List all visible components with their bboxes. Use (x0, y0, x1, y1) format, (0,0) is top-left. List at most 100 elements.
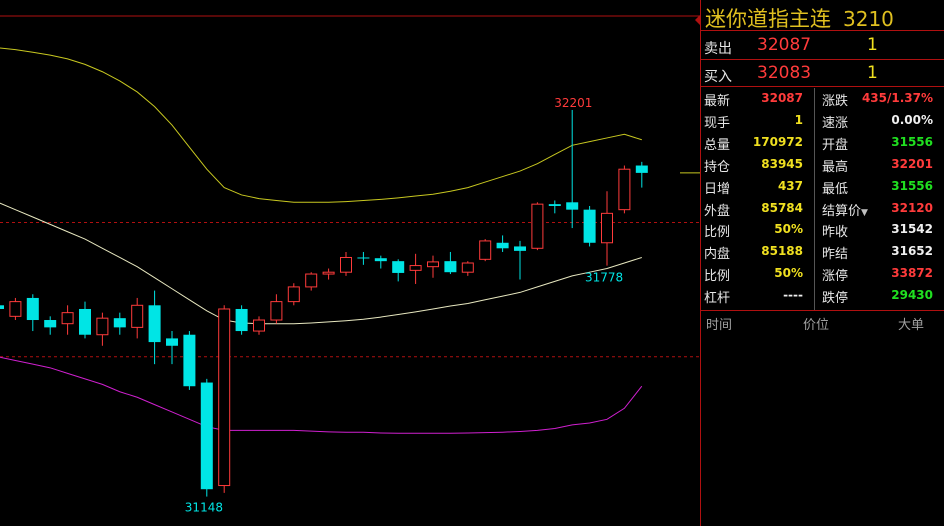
stat-label-text: 最高 (822, 159, 849, 175)
stats-row: 比例 50% 昨收 31542 (701, 219, 944, 241)
stats-row: 现手 1 速涨 0.00% (701, 110, 944, 132)
stat-value: 170972 (752, 134, 803, 149)
candle-body-down[interactable] (113, 318, 126, 328)
candle-body-down[interactable] (514, 246, 526, 251)
stat-label-text: 开盘 (822, 137, 849, 153)
candle-body-down[interactable] (183, 334, 196, 387)
stat-value: 83945 (761, 156, 803, 171)
stat-label-text: 昨收 (822, 225, 849, 241)
stat-value: 31556 (891, 178, 933, 193)
stats-row: 内盘 85188 昨结 31652 (701, 241, 944, 263)
candle-body-down[interactable] (166, 338, 178, 346)
candle-body-up[interactable] (305, 273, 318, 288)
quote-panel: 迷你道指主连 3210 卖出 32087 1 买入 32083 1 最新 32087… (695, 0, 944, 526)
candle-body-up[interactable] (287, 286, 300, 303)
instrument-code: 3210 (843, 7, 894, 31)
stat-label: 外盘 (704, 203, 731, 219)
candle-body-up[interactable] (618, 168, 631, 211)
stat-value: 85188 (761, 244, 803, 259)
stat-value: 29430 (891, 288, 933, 303)
stat-value: 50% (774, 222, 803, 237)
dropdown-arrow-icon[interactable]: ▼ (861, 208, 868, 218)
stat-label: 昨结 (822, 243, 848, 262)
candle-body-up[interactable] (427, 261, 439, 268)
stats-row: 外盘 85784 结算价▼ 32120 (701, 198, 944, 220)
candle-body-up[interactable] (479, 240, 492, 260)
stat-label[interactable]: 结算价▼ (822, 200, 868, 219)
divider (701, 310, 944, 311)
bid-price[interactable]: 32083 (757, 63, 811, 83)
candle-body-up[interactable] (218, 308, 231, 487)
high-price-label: 32201 (554, 96, 592, 110)
stat-value: 32087 (761, 91, 803, 105)
stat-label: 现手 (704, 115, 731, 131)
instrument-title: 迷你道指主连 3210 (705, 3, 894, 33)
candle-body-up[interactable] (531, 203, 544, 249)
candle-body-down[interactable] (444, 261, 457, 273)
stat-label: 速涨 (822, 112, 848, 131)
stat-label-text: 昨结 (822, 247, 849, 263)
candle-body-down[interactable] (566, 202, 579, 210)
stat-label: 杠杆 (704, 291, 731, 307)
stat-label: 内盘 (704, 247, 731, 263)
candle-body-up[interactable] (96, 317, 109, 336)
stats-row: 日增 437 最低 31556 (701, 176, 944, 198)
candle-body-up[interactable] (322, 271, 335, 275)
instrument-name: 迷你道指主连 (705, 7, 831, 31)
stat-value: 31556 (891, 134, 933, 149)
upper-band-line (0, 47, 642, 203)
candle-body-up[interactable] (409, 265, 422, 271)
candle-body-down[interactable] (392, 261, 405, 273)
candle-body-up[interactable] (601, 212, 613, 244)
stat-label: 比例 (704, 269, 731, 285)
candle-body-down[interactable] (374, 258, 387, 262)
stat-label-text: 最低 (822, 181, 849, 197)
tick-header-price: 价位 (803, 318, 830, 333)
ask-volume: 1 (867, 35, 878, 55)
stat-value: 32120 (891, 200, 933, 215)
stat-label-text: 涨停 (822, 269, 849, 285)
candle-body-down[interactable] (357, 257, 370, 259)
panel-marker-icon (695, 14, 701, 26)
candle-body-up[interactable] (253, 319, 265, 332)
stat-label: 日增 (704, 181, 731, 197)
stat-value: 31652 (891, 244, 933, 259)
lower-band-line (0, 356, 643, 434)
candle-body-down[interactable] (79, 308, 91, 335)
candle-body-up[interactable] (270, 301, 283, 321)
candle-body-up[interactable] (131, 304, 144, 328)
stat-label: 最高 (822, 156, 848, 175)
candle-body-down[interactable] (44, 320, 57, 328)
candle-body-down[interactable] (0, 305, 4, 309)
candle-body-down[interactable] (26, 297, 39, 321)
candle-body-down[interactable] (583, 209, 596, 243)
stat-value: 85784 (761, 200, 803, 215)
ask-label: 卖出 (704, 41, 732, 57)
stat-label: 比例 (704, 225, 731, 241)
candle-body-down[interactable] (635, 165, 648, 173)
candlestick-chart[interactable]: 32201 31778 31148 (0, 0, 700, 526)
candle-body-up[interactable] (461, 262, 474, 273)
candle-body-down[interactable] (200, 382, 213, 490)
candle-body-up[interactable] (61, 312, 74, 325)
candle-body-up[interactable] (340, 256, 352, 273)
stat-label: 最新 (704, 94, 731, 109)
stat-value: 31542 (891, 222, 933, 237)
stat-value: 50% (774, 266, 803, 281)
candle-body-down[interactable] (235, 308, 248, 332)
candle-body-up[interactable] (9, 301, 22, 317)
left-low-price-label: 31148 (185, 501, 223, 515)
stat-label-text: 速涨 (822, 115, 849, 131)
stat-label-text: 涨跌 (822, 94, 849, 109)
stat-label: 涨停 (822, 265, 848, 284)
tick-header-big-order: 大单 (898, 318, 925, 333)
stat-value: 0.00% (891, 112, 933, 127)
stat-label: 最低 (822, 178, 848, 197)
candle-body-down[interactable] (548, 204, 561, 206)
candle-body-down[interactable] (148, 305, 161, 343)
chart-canvas[interactable]: 32201 31778 31148 (0, 0, 700, 526)
stat-label: 开盘 (822, 134, 848, 153)
ask-price[interactable]: 32087 (757, 35, 811, 55)
divider (701, 86, 944, 87)
candle-body-down[interactable] (496, 242, 509, 249)
